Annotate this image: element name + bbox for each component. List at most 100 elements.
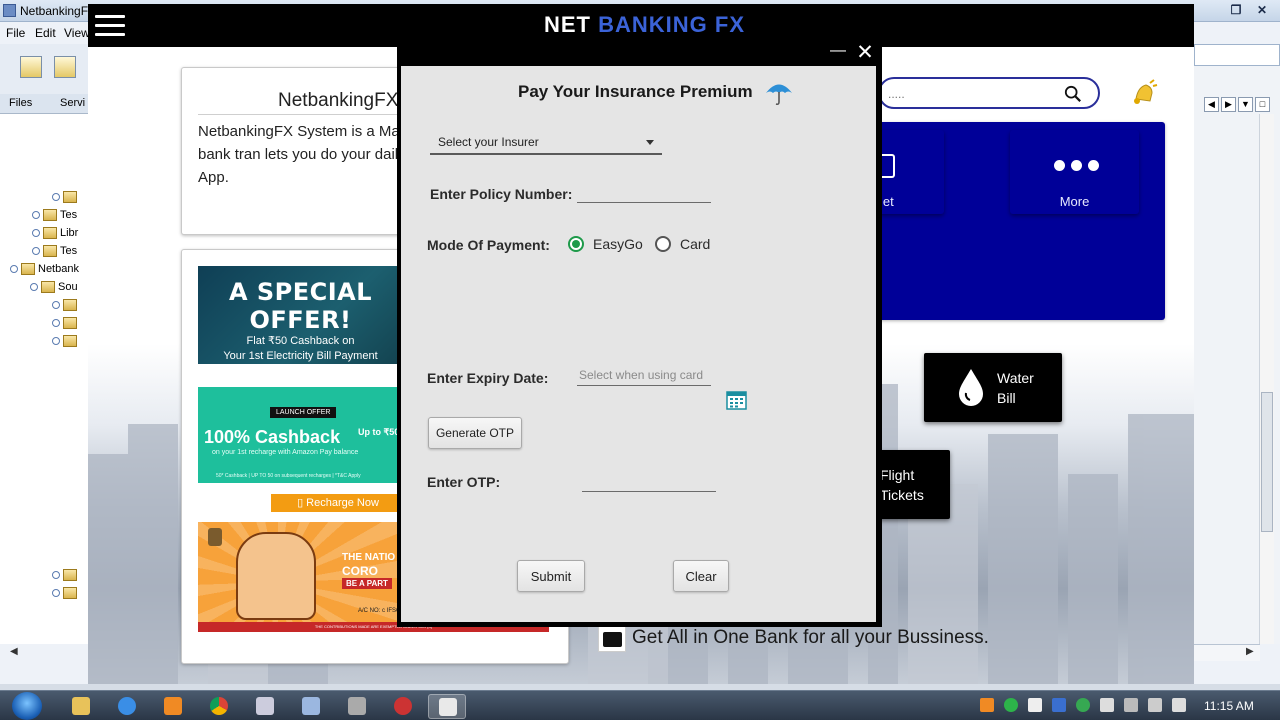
new-project-icon[interactable] — [54, 56, 76, 78]
policy-number-input[interactable] — [577, 181, 711, 203]
tree-item[interactable] — [52, 332, 77, 350]
app-taskbar-icon[interactable] — [292, 694, 330, 719]
package-icon — [43, 227, 57, 239]
nav-dropdown-button[interactable]: ▼ — [1238, 97, 1253, 112]
project-icon — [21, 263, 35, 275]
java-app-taskbar-icon[interactable] — [428, 694, 466, 719]
search-bar — [878, 77, 1100, 109]
tray-icon[interactable] — [1052, 698, 1066, 712]
ide-close-button[interactable]: ✕ — [1250, 1, 1274, 19]
nav-maximize-button[interactable]: □ — [1255, 97, 1270, 112]
menu-hamburger-icon[interactable] — [95, 15, 125, 37]
package-icon — [43, 245, 57, 257]
about-title: NetbankingFX — [278, 90, 399, 111]
notification-bell-icon[interactable] — [1128, 79, 1158, 109]
tagline-text: Get All in One Bank for all your Bussine… — [632, 627, 989, 648]
media-player-taskbar-icon[interactable] — [154, 694, 192, 719]
app-taskbar-icon[interactable] — [246, 694, 284, 719]
electricity-offer-banner[interactable]: A SPECIAL OFFER! Flat ₹50 Cashback on Yo… — [198, 266, 403, 376]
tray-icon[interactable] — [1004, 698, 1018, 712]
tree-item[interactable]: Tes — [32, 242, 77, 260]
explorer-taskbar-icon[interactable] — [62, 694, 100, 719]
close-button[interactable]: ✕ — [854, 40, 876, 64]
internet-explorer-taskbar-icon[interactable] — [108, 694, 146, 719]
chrome-taskbar-icon[interactable] — [200, 694, 238, 719]
scroll-right-arrow[interactable]: ▶ — [1246, 646, 1254, 657]
insurance-premium-dialog: — ✕ Pay Your Insurance Premium Select yo… — [397, 41, 882, 627]
payment-mode-label: Mode Of Payment: — [427, 237, 550, 253]
scroll-left-arrow[interactable]: ◀ — [10, 646, 18, 657]
tray-icon[interactable] — [1076, 698, 1090, 712]
tree-item[interactable] — [52, 314, 77, 332]
tree-item[interactable]: Netbank — [10, 260, 79, 278]
menu-file[interactable]: File — [6, 26, 25, 40]
tab-services[interactable]: Servi — [60, 97, 85, 109]
scrollbar-thumb[interactable] — [1261, 392, 1273, 532]
radio-selected-icon — [568, 236, 584, 252]
payment-option-easygo[interactable]: EasyGo — [568, 236, 643, 252]
emblem-icon — [208, 528, 222, 546]
start-button[interactable] — [12, 692, 42, 720]
windows-taskbar: 11:15 AM — [0, 690, 1280, 720]
tab-files[interactable]: Files — [9, 97, 32, 109]
tree-item[interactable]: Sou — [30, 278, 78, 296]
package-icon — [41, 281, 55, 293]
tree-item[interactable]: Tes — [32, 206, 77, 224]
calendar-icon[interactable] — [726, 390, 747, 410]
package-icon — [63, 299, 77, 311]
more-services-tile[interactable]: More — [1010, 130, 1139, 214]
tray-icon[interactable] — [1124, 698, 1138, 712]
ide-window-title: NetbankingF — [20, 4, 89, 18]
otp-label: Enter OTP: — [427, 474, 501, 490]
taskbar-clock[interactable]: 11:15 AM — [1204, 699, 1254, 713]
recharge-now-button[interactable]: ▯ Recharge Now — [271, 494, 405, 512]
radio-unselected-icon — [655, 236, 671, 252]
water-drop-icon — [959, 369, 983, 406]
tray-icon[interactable] — [1100, 698, 1114, 712]
more-dots-icon — [1054, 160, 1099, 171]
package-icon — [63, 587, 77, 599]
ide-restore-button[interactable]: ❐ — [1224, 1, 1248, 19]
insurer-select[interactable]: Select your Insurer — [430, 129, 662, 155]
dropdown-caret-icon — [646, 140, 654, 145]
ide-right-panel: ◀ ▶ ▼ □ — [1194, 44, 1280, 644]
tree-item[interactable] — [52, 566, 77, 584]
wallet-service-tile[interactable]: let — [878, 130, 944, 214]
clear-button[interactable]: Clear — [673, 560, 729, 592]
water-bill-tile[interactable]: Water Bill — [924, 353, 1062, 422]
nav-right-button[interactable]: ▶ — [1221, 97, 1236, 112]
package-icon — [63, 335, 77, 347]
wallet-icon — [881, 154, 895, 178]
tree-item[interactable] — [52, 188, 77, 206]
app-taskbar-icon[interactable] — [338, 694, 376, 719]
policy-number-label: Enter Policy Number: — [430, 186, 573, 202]
submit-button[interactable]: Submit — [517, 560, 585, 592]
umbrella-icon — [766, 84, 792, 106]
minimize-button[interactable]: — — [829, 42, 847, 62]
cashback-offer-banner[interactable]: LAUNCH OFFER 100% Cashback Up to ₹50 on … — [198, 387, 403, 483]
menu-view[interactable]: View — [64, 26, 90, 40]
network-icon[interactable] — [1148, 698, 1162, 712]
new-file-icon[interactable] — [20, 56, 42, 78]
tray-icon[interactable] — [1028, 698, 1042, 712]
nav-left-button[interactable]: ◀ — [1204, 97, 1219, 112]
otp-input[interactable] — [582, 470, 716, 492]
generate-otp-button[interactable]: Generate OTP — [428, 417, 522, 449]
app-top-bar: NET BANKING FX — [88, 4, 1194, 47]
search-icon[interactable] — [1064, 85, 1082, 103]
app-taskbar-icon[interactable] — [384, 694, 422, 719]
wallet-icon — [598, 624, 626, 652]
tree-item[interactable] — [52, 584, 77, 602]
tray-icon[interactable] — [980, 698, 994, 712]
vertical-scrollbar[interactable] — [1259, 114, 1274, 644]
expiry-date-input[interactable] — [577, 364, 711, 386]
volume-icon[interactable] — [1172, 698, 1186, 712]
tree-item[interactable]: Libr — [32, 224, 78, 242]
search-input[interactable] — [888, 85, 1048, 103]
menu-edit[interactable]: Edit — [35, 26, 56, 40]
phone-icon: ▯ — [297, 497, 307, 509]
ide-search-field[interactable] — [1194, 44, 1280, 66]
package-icon — [63, 569, 77, 581]
payment-option-card[interactable]: Card — [655, 236, 710, 252]
tree-item[interactable] — [52, 296, 77, 314]
